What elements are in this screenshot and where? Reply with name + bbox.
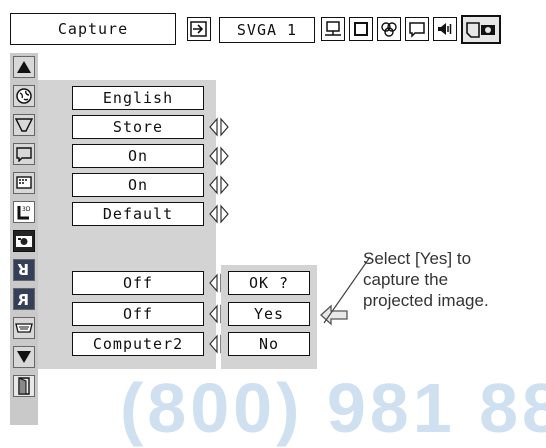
display-icon[interactable] — [13, 172, 35, 194]
keystone-value-label: Store — [112, 118, 164, 136]
color-icon[interactable] — [377, 17, 401, 41]
language-icon[interactable] — [13, 85, 35, 107]
svg-text:3D: 3D — [22, 206, 31, 213]
callout-text: Select [Yes] to capture the projected im… — [363, 248, 543, 311]
language-value[interactable]: English — [72, 86, 204, 110]
keystone-icon[interactable] — [13, 114, 35, 136]
terminal-value-label: Computer2 — [92, 335, 184, 353]
blue-back-value[interactable]: On — [72, 144, 204, 168]
callout-line-3: projected image. — [363, 291, 489, 310]
ceiling-icon[interactable]: R — [13, 259, 35, 281]
screen-icon[interactable] — [349, 17, 373, 41]
sound-icon[interactable] — [433, 17, 457, 41]
capture-icon-selected[interactable] — [13, 230, 35, 252]
logo-value[interactable]: Default — [72, 202, 204, 226]
display-adjust-arrows-icon[interactable] — [208, 174, 230, 196]
rear-value-label: Off — [122, 305, 154, 323]
svg-text:R: R — [17, 291, 29, 308]
no-button[interactable]: No — [228, 332, 310, 356]
menu-title: Capture — [57, 20, 129, 38]
keystone-value[interactable]: Store — [72, 115, 204, 139]
signal-mode: SVGA 1 — [236, 21, 298, 39]
confirm-prompt: OK ? — [228, 271, 310, 295]
blue-back-value-label: On — [127, 147, 149, 165]
no-button-label: No — [258, 335, 280, 353]
down-arrow-icon[interactable] — [13, 346, 35, 368]
blue-back-icon[interactable] — [13, 143, 35, 165]
logo-adjust-arrows-icon[interactable] — [208, 203, 230, 225]
callout-line-2: capture the — [363, 270, 449, 289]
image-adjust-icon[interactable] — [321, 17, 345, 41]
input-icon[interactable] — [187, 17, 211, 41]
logo-value-label: Default — [102, 205, 174, 223]
confirm-prompt-label: OK ? — [248, 274, 290, 292]
phone-watermark: (800) 981 88 — [120, 368, 546, 448]
up-arrow-icon[interactable] — [13, 56, 35, 78]
display-value-label: On — [127, 176, 149, 194]
rear-icon[interactable]: R — [13, 288, 35, 310]
keystone-adjust-arrows-icon[interactable] — [208, 116, 230, 138]
callout-line-1: Select [Yes] to — [363, 249, 472, 268]
display-value[interactable]: On — [72, 173, 204, 197]
phone-watermark-text: (800) 981 88 — [120, 369, 546, 447]
language-value-label: English — [102, 89, 174, 107]
ceiling-value-label: Off — [122, 274, 154, 292]
yes-button[interactable]: Yes — [228, 302, 310, 326]
terminal-value[interactable]: Computer2 — [72, 332, 204, 356]
ceiling-value[interactable]: Off — [72, 271, 204, 295]
signal-mode-box: SVGA 1 — [219, 17, 315, 43]
capture-icon[interactable] — [461, 15, 501, 44]
exit-icon[interactable] — [13, 375, 35, 397]
setting-icon[interactable] — [405, 17, 429, 41]
blue-back-adjust-arrows-icon[interactable] — [208, 145, 230, 167]
menu-title-box: Capture — [10, 13, 176, 45]
logo-icon[interactable]: 3D — [13, 201, 35, 223]
rear-value[interactable]: Off — [72, 302, 204, 326]
svg-text:R: R — [17, 261, 29, 278]
terminal-icon[interactable] — [13, 317, 35, 339]
yes-button-label: Yes — [253, 305, 285, 323]
